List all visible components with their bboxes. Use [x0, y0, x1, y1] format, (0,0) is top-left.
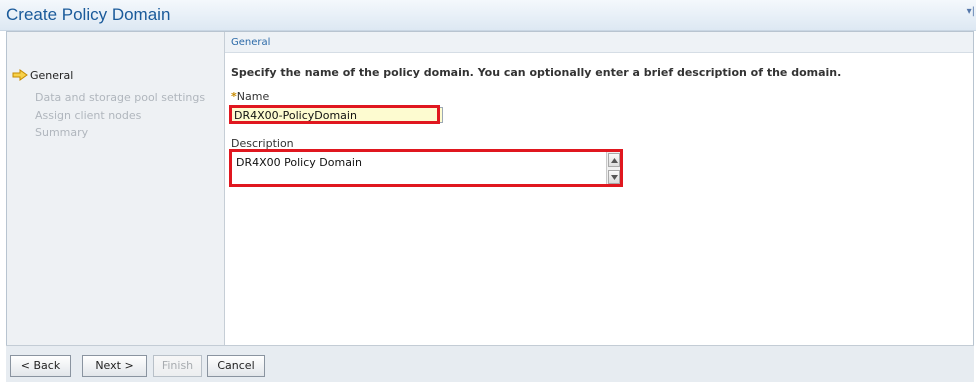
description-field: DR4X00 Policy Domain	[231, 151, 622, 186]
chevron-up-icon	[611, 158, 618, 163]
wizard-content: General Specify the name of the policy d…	[225, 32, 973, 346]
wizard-frame: General Data and storage pool settings A…	[6, 31, 974, 347]
scroll-down-button[interactable]	[608, 170, 620, 184]
nav-item-label: General	[30, 69, 74, 82]
description-input[interactable]: DR4X00 Policy Domain	[234, 154, 608, 186]
name-input[interactable]	[231, 107, 443, 123]
nav-item-summary[interactable]: Summary	[35, 126, 88, 139]
nav-item-general[interactable]: General	[12, 69, 73, 82]
instructions-text: Specify the name of the policy domain. Y…	[231, 66, 842, 79]
nav-item-assign-client-nodes[interactable]: Assign client nodes	[35, 109, 141, 122]
cancel-button[interactable]: Cancel	[207, 355, 265, 377]
arrow-right-icon	[12, 69, 28, 81]
wizard-nav: General Data and storage pool settings A…	[7, 32, 225, 346]
description-label: Description	[231, 137, 294, 150]
description-scrollbar[interactable]	[606, 152, 621, 185]
next-button[interactable]: Next >	[82, 355, 147, 377]
breadcrumb-label: General	[231, 37, 271, 48]
window-title: Create Policy Domain	[6, 5, 171, 24]
name-label: *Name	[231, 90, 269, 103]
nav-item-data-storage[interactable]: Data and storage pool settings	[35, 91, 205, 104]
finish-button: Finish	[153, 355, 202, 377]
breadcrumb: General	[225, 32, 973, 53]
name-label-text: Name	[236, 90, 270, 103]
scroll-up-button[interactable]	[608, 153, 620, 167]
back-button[interactable]: < Back	[10, 355, 71, 377]
nav-item-label: Summary	[35, 126, 89, 139]
window-menu-icon[interactable]: ▾|	[967, 6, 975, 17]
nav-item-label: Assign client nodes	[35, 109, 142, 122]
nav-item-label: Data and storage pool settings	[35, 91, 206, 104]
window-titlebar: Create Policy Domain ▾|	[0, 0, 976, 31]
wizard-footer: < Back Next > Finish Cancel	[6, 345, 974, 382]
chevron-down-icon	[611, 175, 618, 180]
